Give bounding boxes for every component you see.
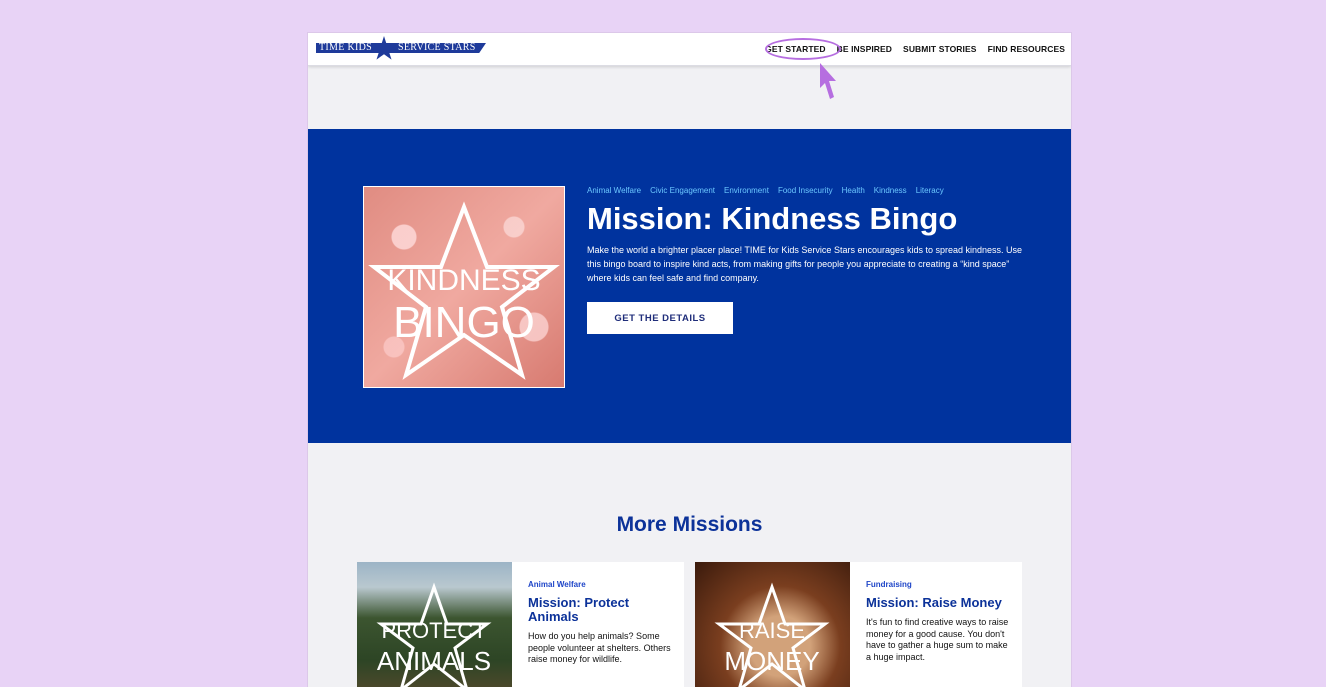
protect-animals-image[interactable]: PROTECT ANIMALS: [357, 562, 512, 687]
nav-find-resources[interactable]: FIND RESOURCES: [988, 44, 1065, 54]
tag-food-insecurity[interactable]: Food Insecurity: [778, 186, 833, 195]
mission-card-raise-money[interactable]: RAISE MONEY Fundraising Mission: Raise M…: [695, 562, 1022, 687]
mission-title: Mission: Kindness Bingo: [587, 201, 958, 236]
top-nav: TIME KIDS SERVICE STARS GET STARTED BE I…: [308, 33, 1071, 66]
highlight-circle: [765, 38, 841, 60]
star-outline-icon: RAISE MONEY: [714, 582, 830, 687]
image-text-bingo: BINGO: [393, 298, 535, 347]
card-description: How do you help animals? Some people vol…: [528, 631, 671, 664]
tag-kindness[interactable]: Kindness: [874, 186, 907, 195]
card-title[interactable]: Mission: Protect Animals: [528, 596, 673, 624]
tag-literacy[interactable]: Literacy: [916, 186, 944, 195]
kindness-bingo-image[interactable]: KINDNESS BINGO: [363, 186, 565, 388]
time-kids-service-stars-logo[interactable]: TIME KIDS SERVICE STARS: [316, 36, 488, 61]
card-tag[interactable]: Animal Welfare: [528, 580, 586, 589]
star-outline-icon: KINDNESS BINGO: [368, 201, 560, 380]
tag-animal-welfare[interactable]: Animal Welfare: [587, 186, 641, 195]
tag-civic-engagement[interactable]: Civic Engagement: [650, 186, 715, 195]
card-title[interactable]: Mission: Raise Money: [866, 596, 1011, 610]
logo-text-service-stars: SERVICE STARS: [398, 42, 476, 53]
image-text-animals: ANIMALS: [377, 646, 491, 676]
image-text-raise: RAISE: [739, 618, 805, 643]
cursor-arrow-icon: [820, 63, 836, 99]
mission-description: Make the world a brighter placer place! …: [587, 245, 1023, 283]
more-missions-heading: More Missions: [616, 513, 763, 536]
mission-card-protect-animals[interactable]: PROTECT ANIMALS Animal Welfare Mission: …: [357, 562, 684, 687]
nav-submit-stories[interactable]: SUBMIT STORIES: [903, 44, 977, 54]
image-text-protect: PROTECT: [381, 618, 486, 643]
star-outline-icon: PROTECT ANIMALS: [376, 582, 492, 687]
raise-money-image[interactable]: RAISE MONEY: [695, 562, 850, 687]
topic-tags: Animal Welfare Civic Engagement Environm…: [587, 186, 944, 195]
hero-section: KINDNESS BINGO Animal Welfare Civic Enga…: [308, 129, 1071, 443]
browser-page: TIME KIDS SERVICE STARS GET STARTED BE I…: [308, 33, 1071, 687]
card-tag[interactable]: Fundraising: [866, 580, 912, 589]
tag-health[interactable]: Health: [842, 186, 865, 195]
get-the-details-button[interactable]: GET THE DETAILS: [587, 302, 733, 334]
nav-be-inspired[interactable]: BE INSPIRED: [837, 44, 892, 54]
tag-environment[interactable]: Environment: [724, 186, 769, 195]
image-text-kindness: KINDNESS: [387, 264, 540, 297]
image-text-money: MONEY: [724, 646, 819, 676]
logo-text-time-kids: TIME KIDS: [319, 42, 372, 53]
card-description: It's fun to find creative ways to raise …: [866, 617, 1009, 662]
